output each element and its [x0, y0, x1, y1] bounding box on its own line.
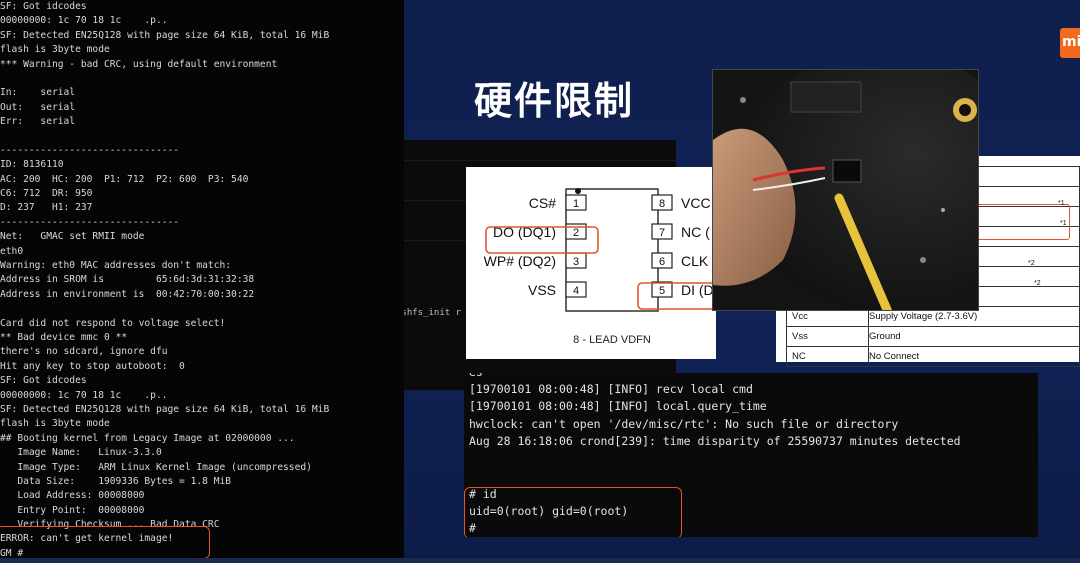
console-line: Image Type: ARM Linux Kernel Image (unco…	[0, 461, 312, 473]
console-line: -------------------------------	[0, 144, 180, 156]
console-line: D: 237 H1: 237	[0, 202, 93, 214]
pin-label: DI (D	[681, 282, 714, 298]
console-line: hwclock: can't open '/dev/misc/rtc': No …	[469, 416, 899, 431]
console-line: AC: 200 HC: 200 P1: 712 P2: 600 P3: 540	[0, 173, 249, 185]
pin1-marker	[575, 188, 581, 194]
error-highlight-box	[0, 526, 210, 559]
console-line: [19700101 08:00:48] [INFO] local.query_t…	[469, 399, 767, 414]
console-line: Net: GMAC set RMII mode	[0, 231, 145, 243]
footnote-1: *1	[1058, 200, 1065, 207]
console-line: there's no sdcard, ignore dfu	[0, 346, 168, 358]
console-line: Load Address: 00008000	[0, 490, 145, 502]
console-line: Card did not respond to voltage select!	[0, 317, 226, 329]
console-line: SF: Got idcodes	[0, 375, 87, 387]
bottom-edge-bar	[0, 558, 1080, 563]
left-console-screenshot: SF: Got idcodes 00000000: 1c 70 18 1c .p.…	[0, 0, 404, 563]
pin-name-cell: Vss	[786, 326, 869, 347]
console-line: es	[464, 373, 961, 381]
pin-number: 5	[659, 285, 665, 297]
console-line: Hit any key to stop autoboot: 0	[0, 360, 185, 372]
slide-title: 硬件限制	[474, 79, 635, 123]
console-line: ## Booting kernel from Legacy Image at 0…	[0, 432, 295, 444]
pin-table-row: Vss Ground	[786, 326, 1080, 347]
console-line: flash is 3byte mode	[0, 418, 110, 430]
pin-description-cell: No Connect	[868, 346, 1080, 367]
root-shell-console: es[19700101 08:00:48] [INFO] recv local …	[464, 373, 1038, 537]
pin-number: 3	[573, 256, 579, 268]
left-console-lines: SF: Got idcodes 00000000: 1c 70 18 1c .p.…	[0, 0, 329, 561]
console-line: Address in environment is 00:42:70:00:30…	[0, 288, 255, 300]
console-line: flash is 3byte mode	[0, 44, 110, 56]
console-line: Entry Point: 00008000	[0, 504, 145, 516]
console-line: Aug 28 16:18:06 crond[239]: time dispari…	[469, 433, 961, 448]
footnote-2: *2	[1028, 260, 1035, 267]
console-line: 00000000: 1c 70 18 1c .p..	[0, 15, 168, 27]
pin-number: 8	[659, 198, 665, 210]
console-line: In: serial	[0, 87, 76, 99]
flash-chip	[832, 159, 862, 183]
console-line: Out: serial	[0, 101, 76, 113]
pin-label: VSS	[528, 282, 556, 298]
pin-name-cell: NC	[786, 346, 869, 367]
pin-description-cell: Ground	[868, 326, 1080, 347]
footnote-1b: *1	[1060, 220, 1067, 227]
console-line: Warning: eth0 MAC addresses don't match:	[0, 260, 232, 272]
pin-number: 1	[573, 198, 579, 210]
console-line: Address in SROM is 65:6d:3d:31:32:38	[0, 274, 255, 286]
root-id-highlight-box	[464, 487, 682, 537]
console-line: 00000000: 1c 70 18 1c .p..	[0, 389, 168, 401]
flash-chip-pinout-diagram: 1 CS# 2 DO (DQ1) 3 WP# (DQ2) 4 VSS 8 VCC 7 NC (6 CL…	[466, 167, 716, 359]
brand-logo: mi	[1060, 28, 1080, 58]
console-line: [19700101 08:00:48] [INFO] recv local cm…	[469, 382, 753, 397]
pin-number: 7	[659, 227, 665, 239]
pin-label: NC (	[681, 224, 710, 240]
pin-table-row: NC No Connect	[786, 346, 1080, 367]
pin-number: 2	[573, 227, 579, 239]
console-line: Data Size: 1909336 Bytes = 1.8 MiB	[0, 475, 232, 487]
pin-number: 6	[659, 256, 665, 268]
board-probe-photo	[712, 69, 979, 311]
console-line: C6: 712 DR: 950	[0, 188, 93, 200]
footnote-2b: *2	[1034, 280, 1041, 287]
console-line: SF: Got idcodes	[0, 1, 87, 12]
console-line: SF: Detected EN25Q128 with page size 64 …	[0, 403, 330, 415]
pin-label: CS#	[529, 195, 556, 211]
console-fragment-text: ashfs_init r	[404, 308, 462, 318]
pin-label: VCC	[681, 195, 711, 211]
pin-number: 4	[573, 285, 579, 297]
console-line: Image Name: Linux-3.3.0	[0, 447, 162, 459]
console-log-lines: es[19700101 08:00:48] [INFO] recv local …	[464, 373, 961, 450]
logo-glyph: mi	[1062, 34, 1080, 50]
console-line: SF: Detected EN25Q128 with page size 64 …	[0, 29, 330, 41]
console-line: Err: serial	[0, 116, 76, 128]
package-label: 8 - LEAD VDFN	[573, 334, 651, 346]
console-line: eth0	[0, 245, 24, 257]
pin-label: CLK	[681, 253, 709, 269]
pin-label: WP# (DQ2)	[484, 253, 556, 269]
console-line: *** Warning - bad CRC, using default env…	[0, 58, 278, 70]
console-line: ID: 8136110	[0, 159, 64, 171]
console-line: -------------------------------	[0, 216, 180, 228]
console-line: ** Bad device mmc 0 **	[0, 331, 128, 343]
